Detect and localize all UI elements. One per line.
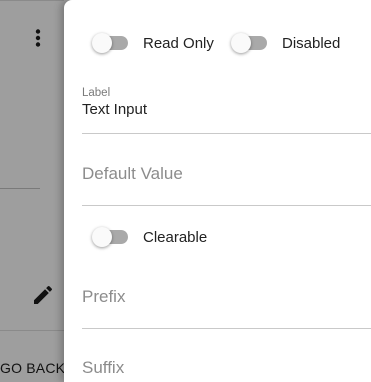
read-only-label: Read Only — [143, 34, 214, 52]
disabled-toggle[interactable]: Disabled — [231, 33, 340, 53]
label-field-value[interactable]: Text Input — [82, 101, 371, 118]
go-back-button[interactable]: GO BACK — [0, 360, 65, 376]
kebab-menu-icon[interactable] — [31, 28, 45, 50]
switch-thumb[interactable] — [92, 227, 112, 247]
label-field-underline — [82, 133, 371, 134]
background-divider — [0, 188, 40, 189]
clearable-toggle[interactable]: Clearable — [92, 227, 207, 247]
switch-thumb[interactable] — [231, 33, 251, 53]
read-only-toggle[interactable]: Read Only — [92, 33, 214, 53]
default-value-underline — [82, 205, 371, 206]
suffix-placeholder[interactable]: Suffix — [82, 358, 371, 378]
pencil-icon[interactable] — [31, 283, 55, 307]
read-only-switch[interactable] — [92, 33, 128, 53]
prefix-placeholder[interactable]: Prefix — [82, 287, 371, 307]
disabled-switch[interactable] — [231, 33, 267, 53]
default-value-field[interactable]: Default Value — [82, 164, 371, 206]
background-divider-bottom — [0, 330, 64, 331]
settings-drawer: Read Only Disabled Label Text Input Defa… — [64, 0, 371, 382]
label-field-floating-label: Label — [82, 87, 111, 99]
prefix-underline — [82, 328, 371, 329]
default-value-placeholder[interactable]: Default Value — [82, 164, 371, 184]
suffix-field[interactable]: Suffix — [82, 358, 371, 382]
clearable-label: Clearable — [143, 228, 208, 246]
background-divider-top — [0, 0, 64, 1]
clearable-switch[interactable] — [92, 227, 128, 247]
prefix-field[interactable]: Prefix — [82, 287, 371, 329]
disabled-label: Disabled — [282, 34, 341, 52]
switch-thumb[interactable] — [92, 33, 112, 53]
label-field[interactable]: Label Text Input — [82, 87, 371, 134]
